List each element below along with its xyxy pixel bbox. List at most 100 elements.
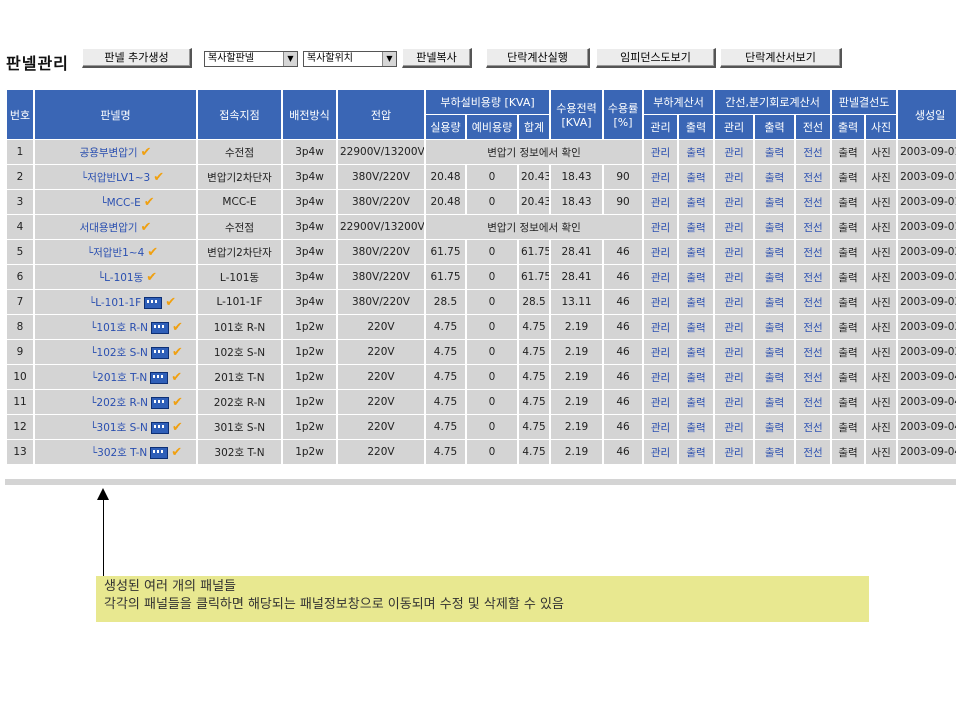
single-line-photo[interactable]: 사진	[866, 440, 897, 464]
checkmark-icon[interactable]: ✔	[172, 320, 183, 335]
load-output-link[interactable]: 출력	[686, 197, 705, 209]
building-icon[interactable]	[150, 396, 169, 409]
impedance-map-button[interactable]: 임피던스도보기	[596, 48, 716, 68]
panel-name-link[interactable]: └202호 R-N	[90, 397, 148, 409]
feeder-output-link[interactable]: 출력	[765, 247, 784, 259]
load-output-link[interactable]: 출력	[686, 422, 705, 434]
feeder-output-link[interactable]: 출력	[765, 172, 784, 184]
load-manage-link[interactable]: 관리	[651, 372, 670, 384]
load-manage-link[interactable]: 관리	[651, 447, 670, 459]
single-line-output[interactable]: 출력	[832, 290, 865, 314]
feeder-cable-link[interactable]: 전선	[803, 422, 822, 434]
building-icon[interactable]	[150, 421, 169, 434]
feeder-manage-link[interactable]: 관리	[724, 147, 743, 159]
checkmark-icon[interactable]: ✔	[172, 345, 183, 360]
feeder-manage-link[interactable]: 관리	[724, 422, 743, 434]
load-manage-link[interactable]: 관리	[651, 247, 670, 259]
single-line-photo[interactable]: 사진	[866, 365, 897, 389]
checkmark-icon[interactable]: ✔	[171, 370, 182, 385]
single-line-photo[interactable]: 사진	[866, 415, 897, 439]
building-icon[interactable]	[150, 321, 169, 334]
load-manage-link[interactable]: 관리	[651, 147, 670, 159]
copy-position-select[interactable]: 복사할위치 ▼	[303, 51, 397, 67]
checkmark-icon[interactable]: ✔	[146, 270, 157, 285]
panel-name-link[interactable]: └201호 T-N	[91, 372, 147, 384]
checkmark-icon[interactable]: ✔	[147, 245, 158, 260]
load-output-link[interactable]: 출력	[686, 272, 705, 284]
load-output-link[interactable]: 출력	[686, 247, 705, 259]
short-circuit-calc-button[interactable]: 단락계산실행	[486, 48, 590, 68]
feeder-cable-link[interactable]: 전선	[803, 172, 822, 184]
feeder-output-link[interactable]: 출력	[765, 222, 784, 234]
checkmark-icon[interactable]: ✔	[141, 145, 152, 160]
load-output-link[interactable]: 출력	[686, 447, 705, 459]
feeder-manage-link[interactable]: 관리	[724, 322, 743, 334]
building-icon[interactable]	[150, 346, 169, 359]
single-line-photo[interactable]: 사진	[866, 190, 897, 214]
feeder-cable-link[interactable]: 전선	[803, 322, 822, 334]
load-output-link[interactable]: 출력	[686, 147, 705, 159]
feeder-manage-link[interactable]: 관리	[724, 172, 743, 184]
checkmark-icon[interactable]: ✔	[144, 195, 155, 210]
load-manage-link[interactable]: 관리	[651, 222, 670, 234]
feeder-cable-link[interactable]: 전선	[803, 222, 822, 234]
single-line-output[interactable]: 출력	[832, 240, 865, 264]
feeder-output-link[interactable]: 출력	[765, 297, 784, 309]
checkmark-icon[interactable]: ✔	[172, 420, 183, 435]
checkmark-icon[interactable]: ✔	[172, 395, 183, 410]
panel-name-link[interactable]: └저압반1~4	[87, 247, 144, 259]
feeder-output-link[interactable]: 출력	[765, 147, 784, 159]
feeder-manage-link[interactable]: 관리	[724, 372, 743, 384]
single-line-output[interactable]: 출력	[832, 365, 865, 389]
single-line-output[interactable]: 출력	[832, 390, 865, 414]
building-icon[interactable]	[144, 296, 163, 309]
single-line-output[interactable]: 출력	[832, 215, 865, 239]
feeder-manage-link[interactable]: 관리	[724, 397, 743, 409]
load-manage-link[interactable]: 관리	[651, 172, 670, 184]
feeder-output-link[interactable]: 출력	[765, 272, 784, 284]
single-line-photo[interactable]: 사진	[866, 140, 897, 164]
single-line-output[interactable]: 출력	[832, 165, 865, 189]
panel-name-link[interactable]: └101호 R-N	[90, 322, 148, 334]
feeder-manage-link[interactable]: 관리	[724, 447, 743, 459]
single-line-photo[interactable]: 사진	[866, 315, 897, 339]
single-line-photo[interactable]: 사진	[866, 290, 897, 314]
panel-name-link[interactable]: 서대용변압기	[80, 222, 138, 234]
checkmark-icon[interactable]: ✔	[171, 445, 182, 460]
feeder-cable-link[interactable]: 전선	[803, 397, 822, 409]
feeder-output-link[interactable]: 출력	[765, 372, 784, 384]
panel-name-link[interactable]: └301호 S-N	[90, 422, 148, 434]
single-line-output[interactable]: 출력	[832, 340, 865, 364]
load-output-link[interactable]: 출력	[686, 322, 705, 334]
load-manage-link[interactable]: 관리	[651, 197, 670, 209]
building-icon[interactable]	[150, 371, 169, 384]
feeder-cable-link[interactable]: 전선	[803, 247, 822, 259]
feeder-manage-link[interactable]: 관리	[724, 272, 743, 284]
load-output-link[interactable]: 출력	[686, 297, 705, 309]
panel-name-link[interactable]: └102호 S-N	[90, 347, 148, 359]
feeder-output-link[interactable]: 출력	[765, 397, 784, 409]
feeder-output-link[interactable]: 출력	[765, 197, 784, 209]
load-output-link[interactable]: 출력	[686, 347, 705, 359]
feeder-cable-link[interactable]: 전선	[803, 272, 822, 284]
load-output-link[interactable]: 출력	[686, 172, 705, 184]
feeder-manage-link[interactable]: 관리	[724, 247, 743, 259]
feeder-cable-link[interactable]: 전선	[803, 197, 822, 209]
panel-name-link[interactable]: └302호 T-N	[91, 447, 147, 459]
panel-name-link[interactable]: └저압반LV1~3	[81, 172, 150, 184]
load-manage-link[interactable]: 관리	[651, 322, 670, 334]
feeder-cable-link[interactable]: 전선	[803, 297, 822, 309]
single-line-photo[interactable]: 사진	[866, 165, 897, 189]
feeder-output-link[interactable]: 출력	[765, 322, 784, 334]
feeder-cable-link[interactable]: 전선	[803, 447, 822, 459]
building-icon[interactable]	[150, 446, 169, 459]
feeder-cable-link[interactable]: 전선	[803, 372, 822, 384]
panel-name-link[interactable]: └L-101동	[98, 272, 143, 284]
add-panel-button[interactable]: 판넬 추가생성	[82, 48, 192, 68]
checkmark-icon[interactable]: ✔	[153, 170, 164, 185]
single-line-output[interactable]: 출력	[832, 140, 865, 164]
feeder-output-link[interactable]: 출력	[765, 447, 784, 459]
panel-name-link[interactable]: └L-101-1F	[89, 297, 141, 309]
load-output-link[interactable]: 출력	[686, 372, 705, 384]
checkmark-icon[interactable]: ✔	[165, 295, 176, 310]
